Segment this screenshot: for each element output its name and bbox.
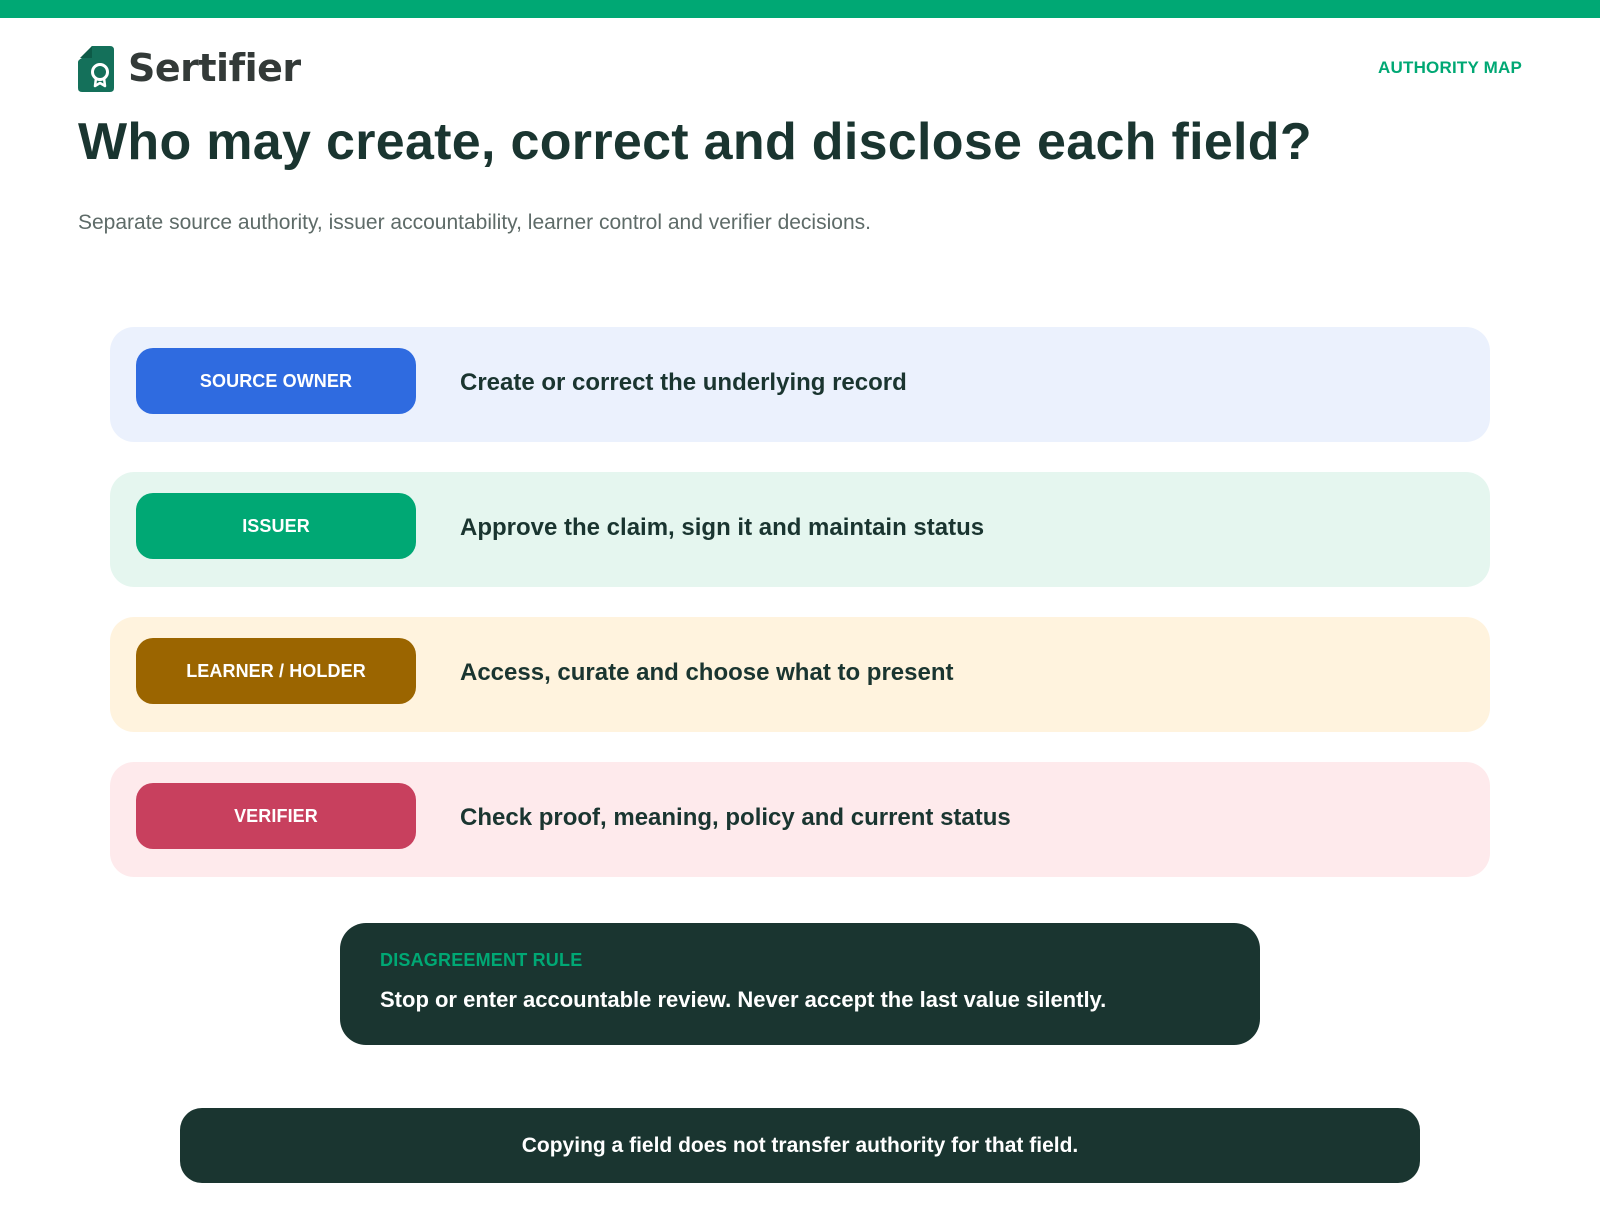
brand-logo[interactable]: Sertifier: [78, 44, 301, 92]
role-list: SOURCE OWNER Create or correct the under…: [110, 327, 1490, 907]
page-title: Who may create, correct and disclose eac…: [78, 113, 1312, 171]
certificate-badge-icon: [78, 44, 114, 92]
role-row-source-owner: SOURCE OWNER Create or correct the under…: [110, 327, 1490, 442]
role-row-verifier: VERIFIER Check proof, meaning, policy an…: [110, 762, 1490, 877]
page-subtitle: Separate source authority, issuer accoun…: [78, 211, 871, 234]
role-description-issuer: Approve the claim, sign it and maintain …: [460, 513, 985, 541]
role-badge-learner-holder: LEARNER / HOLDER: [136, 638, 416, 704]
role-description-source-owner: Create or correct the underlying record: [460, 368, 907, 396]
footer-note: Copying a field does not transfer author…: [180, 1108, 1420, 1183]
role-row-learner-holder: LEARNER / HOLDER Access, curate and choo…: [110, 617, 1490, 732]
rule-label: DISAGREEMENT RULE: [380, 950, 583, 970]
authority-map-link[interactable]: AUTHORITY MAP: [1378, 58, 1522, 78]
role-badge-verifier: VERIFIER: [136, 783, 416, 849]
role-badge-issuer: ISSUER: [136, 493, 416, 559]
top-accent-bar: [0, 0, 1600, 18]
disagreement-rule-callout: DISAGREEMENT RULE Stop or enter accounta…: [340, 923, 1260, 1045]
role-row-issuer: ISSUER Approve the claim, sign it and ma…: [110, 472, 1490, 587]
role-badge-source-owner: SOURCE OWNER: [136, 348, 416, 414]
role-description-learner-holder: Access, curate and choose what to presen…: [460, 658, 954, 686]
brand-name: Sertifier: [128, 46, 301, 90]
role-description-verifier: Check proof, meaning, policy and current…: [460, 803, 1011, 831]
rule-text: Stop or enter accountable review. Never …: [380, 987, 1107, 1012]
